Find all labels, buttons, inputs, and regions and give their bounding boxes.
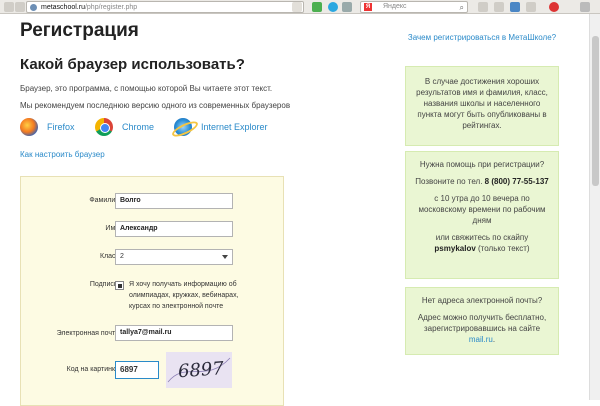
firefox-label: Firefox [47, 122, 75, 132]
url-path: /php/register.php [84, 3, 138, 11]
no-email-description: Адрес можно получить бесплатно, зарегист… [417, 313, 547, 333]
search-icon[interactable]: ⌕ [460, 3, 464, 12]
no-email-box: Нет адреса электронной почты? Адрес можн… [405, 287, 559, 355]
help-call-label: Позвоните по тел. [415, 177, 483, 186]
yandex-logo-icon: Я [364, 3, 372, 11]
scrollbar-thumb[interactable] [592, 36, 599, 186]
chrome-link[interactable]: Chrome [95, 118, 154, 136]
home-icon[interactable] [15, 2, 25, 12]
ratings-info-text: В случае достижения хороших результатов … [416, 77, 548, 130]
adblock-icon[interactable] [549, 2, 559, 12]
captcha-drawing: 6897 [167, 357, 231, 383]
captcha-image: 6897 [166, 352, 232, 388]
internet-explorer-label: Internet Explorer [201, 122, 268, 132]
why-register-link[interactable]: Зачем регистрироваться в МетаШколе? [405, 32, 559, 43]
bookmark-icon[interactable] [478, 2, 488, 12]
captcha-text: 6897 [177, 358, 225, 382]
class-select[interactable]: 2 [115, 249, 233, 265]
mail-ru-link[interactable]: mail.ru [469, 335, 493, 344]
browser-recommendation: Мы рекомендуем последнюю версию одного и… [20, 101, 291, 110]
surname-field[interactable]: Волго [115, 193, 233, 209]
chrome-icon [95, 118, 113, 136]
help-call-text: Позвоните по тел. 8 (800) 77-55-137 [414, 176, 550, 187]
bookmark-star-icon[interactable] [292, 2, 302, 12]
help-skype-note: (только текст) [478, 244, 530, 253]
chevron-down-icon [222, 255, 228, 259]
browser-toolbar: metaschool.ru/php/register.php Я Яндекс … [0, 0, 600, 14]
skype-icon[interactable] [328, 2, 338, 12]
search-placeholder: Яндекс [383, 3, 407, 10]
internet-explorer-link[interactable]: Internet Explorer [174, 118, 268, 136]
clipboard-icon[interactable] [494, 2, 504, 12]
no-email-dot: . [492, 335, 496, 344]
internet-explorer-icon [174, 118, 192, 136]
name-field[interactable]: Александр [115, 221, 233, 237]
captcha-label: Код на картинке: [66, 366, 121, 373]
reload-icon[interactable] [312, 2, 322, 12]
help-hours: с 10 утра до 10 вечера по московскому вр… [418, 194, 546, 225]
class-select-value: 2 [120, 253, 124, 260]
firefox-icon [20, 118, 38, 136]
subscribe-checkbox[interactable] [115, 281, 124, 290]
download-icon[interactable] [510, 2, 520, 12]
email-field[interactable]: tallya7@mail.ru [115, 325, 233, 341]
help-box: Нужна помощь при регистрации? Позвоните … [405, 151, 559, 279]
no-email-heading: Нет адреса электронной почты? [421, 296, 543, 305]
help-phone: 8 (800) 77-55-137 [484, 177, 549, 186]
help-skype-pre: или свяжитесь по скайпу [435, 233, 529, 242]
help-heading: Нужна помощь при регистрации? [419, 160, 545, 169]
firefox-link[interactable]: Firefox [20, 118, 75, 136]
browser-description: Браузер, это программа, с помощью которо… [20, 84, 273, 93]
url-bar[interactable]: metaschool.ru/php/register.php [26, 1, 304, 13]
home-page-icon[interactable] [526, 2, 536, 12]
back-arrow-icon[interactable] [4, 2, 14, 12]
help-skype-line: psmykalov (только текст) [414, 243, 550, 254]
chrome-label: Chrome [122, 122, 155, 132]
no-email-text: Адрес можно получить бесплатно, зарегист… [414, 312, 550, 345]
addon-icon[interactable] [342, 2, 352, 12]
menu-icon[interactable] [580, 2, 590, 12]
browser-setup-link[interactable]: Как настроить браузер [20, 150, 105, 159]
page-title: Регистрация [20, 20, 139, 41]
site-identity-icon [30, 4, 37, 11]
ratings-info-box: В случае достижения хороших результатов … [405, 66, 559, 146]
search-input[interactable]: Я Яндекс ⌕ [360, 1, 468, 13]
help-skype-name: psmykalov [434, 244, 476, 253]
page-scrollbar[interactable] [589, 14, 600, 400]
url-host: metaschool.ru [41, 3, 85, 11]
email-label: Электронная почта: [56, 330, 121, 337]
subscribe-description: Я хочу получать информацию об олимпиадах… [129, 281, 239, 310]
captcha-field[interactable]: 6897 [115, 361, 159, 379]
browser-section-title: Какой браузер использовать? [20, 56, 245, 73]
